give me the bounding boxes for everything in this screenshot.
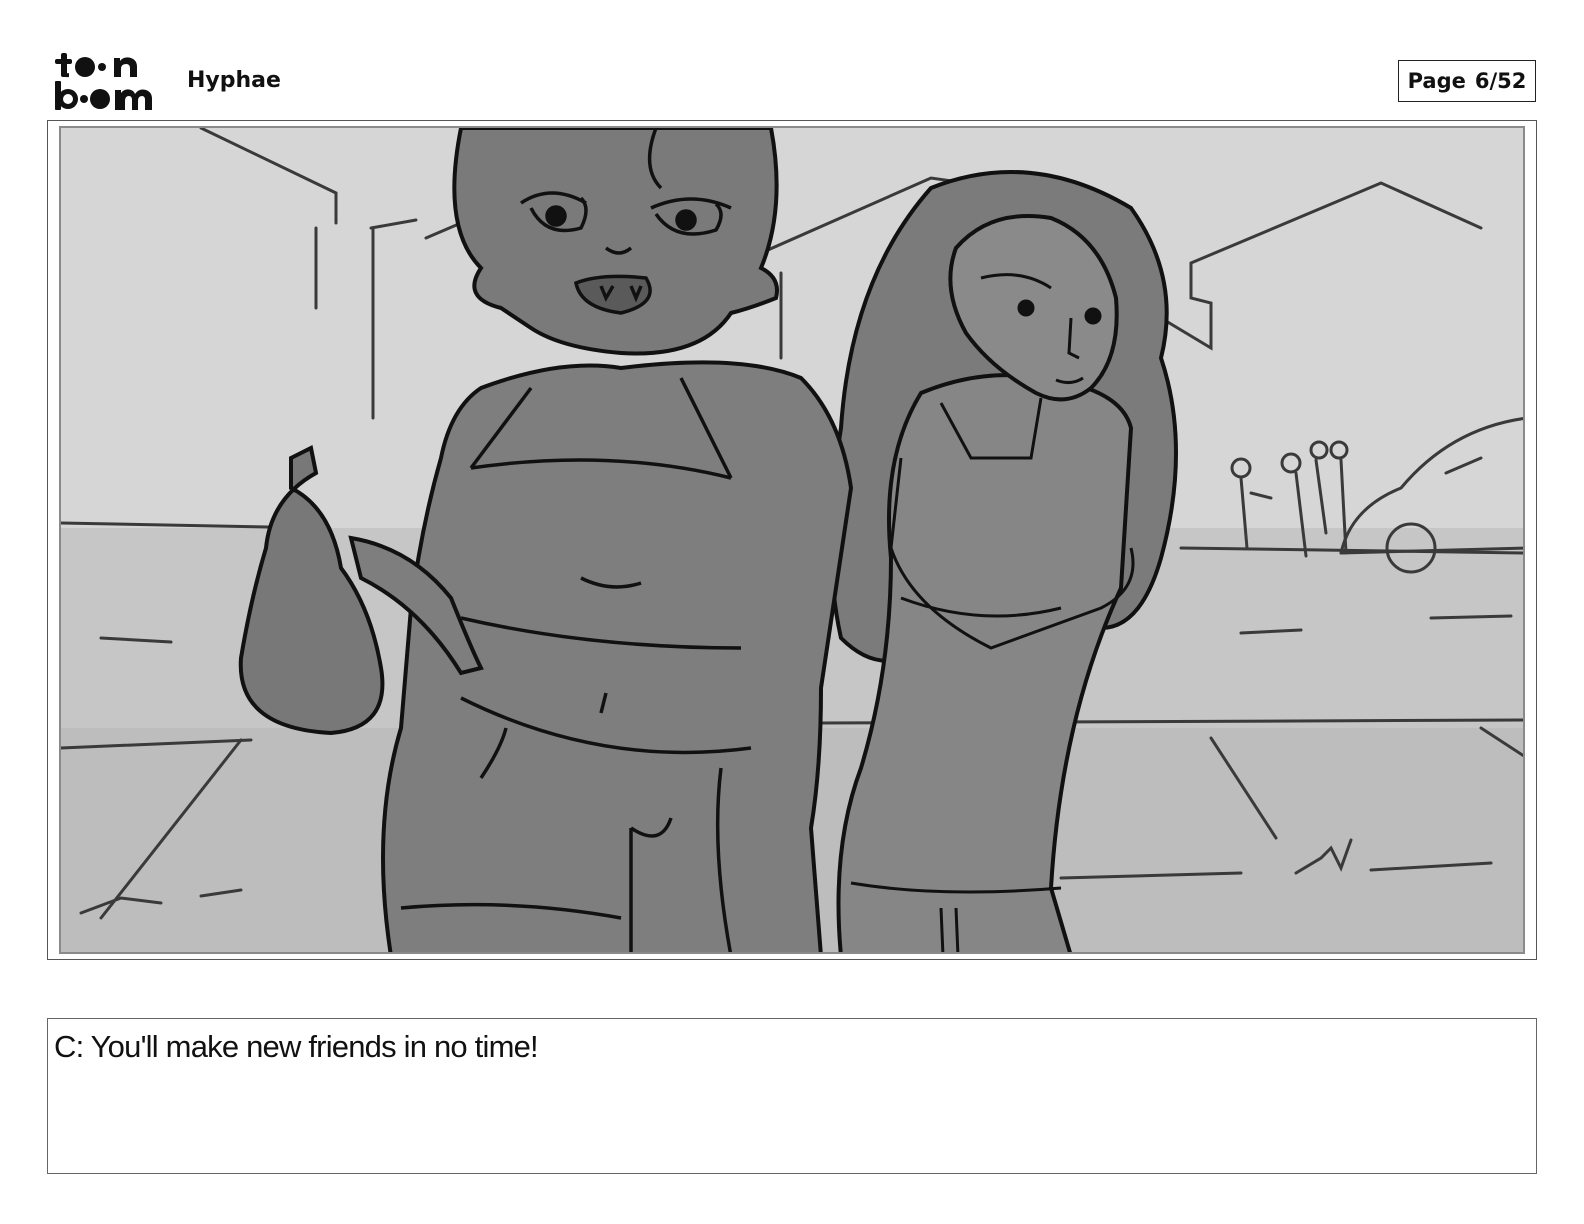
project-title: Hyphae	[187, 68, 281, 93]
storyboard-panel-frame	[47, 120, 1537, 960]
page-indicator: Page 6/52	[1398, 60, 1536, 102]
page-number: 6/52	[1474, 69, 1527, 93]
page-label: Page	[1407, 69, 1466, 93]
sketch-drawing	[61, 128, 1523, 952]
dialogue-text: C: You'll make new friends in no time!	[54, 1029, 539, 1064]
dialogue-box: C: You'll make new friends in no time!	[47, 1018, 1537, 1174]
toonboom-logo	[55, 53, 152, 110]
storyboard-panel-image	[59, 126, 1525, 954]
